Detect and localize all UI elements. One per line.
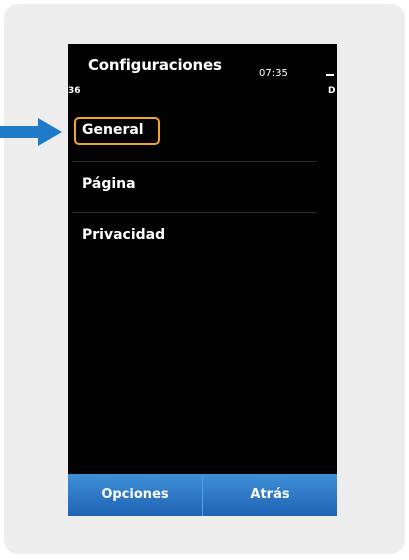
clock: 07:35	[259, 68, 288, 79]
menu-item-label: Privacidad	[82, 227, 166, 243]
screen-title: Configuraciones	[88, 56, 222, 74]
divider	[72, 161, 317, 162]
battery-indicator-bar	[326, 74, 334, 76]
menu-item-general[interactable]: General	[74, 117, 312, 145]
softkey-bar: Opciones Atrás	[68, 474, 337, 516]
menu-item-label: General	[82, 122, 144, 138]
phone-screen: Configuraciones 07:35 36 D General Págin…	[68, 44, 337, 516]
divider	[72, 212, 317, 213]
signal-indicator: 36	[68, 86, 81, 96]
back-softkey[interactable]: Atrás	[203, 474, 337, 516]
arrow-right-icon	[0, 118, 62, 146]
menu-item-pagina[interactable]: Página	[82, 171, 316, 197]
menu-item-privacidad[interactable]: Privacidad	[82, 222, 316, 248]
options-softkey[interactable]: Opciones	[68, 474, 202, 516]
menu-item-label: Página	[82, 176, 136, 192]
battery-indicator: D	[328, 86, 336, 96]
